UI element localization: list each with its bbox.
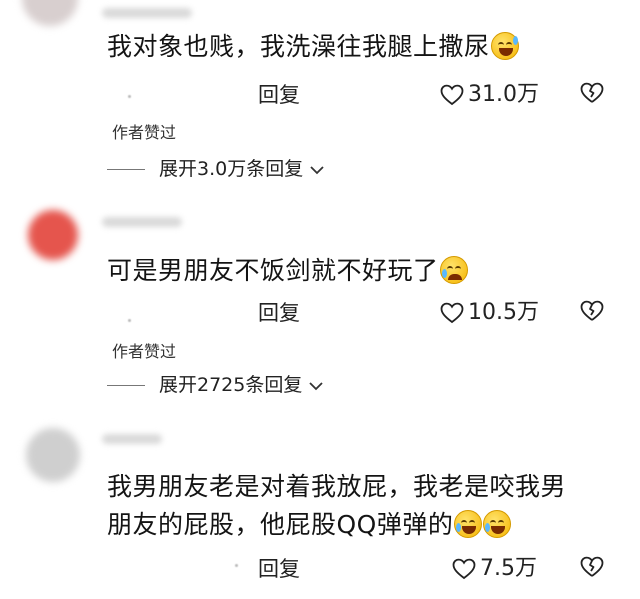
divider xyxy=(107,168,145,170)
like-button[interactable]: 7.5万 xyxy=(452,554,537,584)
laughing-tears-emoji-icon xyxy=(454,510,483,538)
like-count: 10.5万 xyxy=(468,300,539,325)
heart-icon xyxy=(452,558,476,580)
expand-replies-label: 展开2725条回复 xyxy=(159,374,303,396)
username-blurred xyxy=(102,217,182,227)
comment-text-content: 可是男朋友不饭剑就不好玩了 xyxy=(107,256,439,285)
heart-icon xyxy=(440,84,464,106)
action-row: 回复 31.0万 xyxy=(0,80,640,110)
broken-heart-icon[interactable] xyxy=(580,556,604,578)
author-liked-badge: 作者赞过 xyxy=(112,123,177,142)
username-blurred xyxy=(102,434,162,444)
avatar[interactable] xyxy=(28,210,78,260)
avatar[interactable] xyxy=(26,428,80,482)
expand-replies-button[interactable]: 展开2725条回复 xyxy=(107,371,324,399)
like-button[interactable]: 31.0万 xyxy=(440,80,539,110)
like-count: 7.5万 xyxy=(480,556,537,581)
like-count: 31.0万 xyxy=(468,82,539,107)
broken-heart-icon[interactable] xyxy=(580,82,604,104)
comment-text-line-2-wrap: 朋友的屁股，他屁股QQ弹弹的 xyxy=(107,506,607,544)
heart-icon xyxy=(440,302,464,324)
comment-text: 我对象也贱，我洗澡往我腿上撒尿 xyxy=(107,28,607,66)
divider xyxy=(107,384,145,386)
like-button[interactable]: 10.5万 xyxy=(440,298,539,328)
reply-button[interactable]: 回复 xyxy=(258,298,300,328)
expand-replies-label: 展开3.0万条回复 xyxy=(159,158,304,180)
crying-emoji-icon xyxy=(439,256,468,284)
username-blurred xyxy=(102,8,192,18)
comment-text-line-1: 我男朋友老是对着我放屁，我老是咬我男 xyxy=(107,472,567,501)
chevron-down-icon xyxy=(308,371,324,399)
grinning-sweat-emoji-icon xyxy=(490,32,519,60)
comment-1: 我对象也贱，我洗澡往我腿上撒尿 回复 31.0万 作者赞过 展开3.0万条回复 xyxy=(0,0,640,190)
action-row: 回复 10.5万 xyxy=(0,298,640,328)
expand-replies-button[interactable]: 展开3.0万条回复 xyxy=(107,155,325,183)
comment-text-content: 我对象也贱，我洗澡往我腿上撒尿 xyxy=(107,32,490,61)
author-liked-badge: 作者赞过 xyxy=(112,342,177,361)
comment-3: 我男朋友老是对着我放屁，我老是咬我男 朋友的屁股，他屁股QQ弹弹的 回复 7.5… xyxy=(0,418,640,599)
reply-button[interactable]: 回复 xyxy=(258,554,300,584)
chevron-down-icon xyxy=(309,155,325,183)
comment-2: 可是男朋友不饭剑就不好玩了 回复 10.5万 作者赞过 展开2725条回复 xyxy=(0,205,640,405)
reply-button[interactable]: 回复 xyxy=(258,80,300,110)
action-row: 回复 7.5万 xyxy=(0,554,640,584)
laughing-tears-emoji-icon xyxy=(483,510,512,538)
comment-text-line-2: 朋友的屁股，他屁股QQ弹弹的 xyxy=(107,510,454,539)
broken-heart-icon[interactable] xyxy=(580,300,604,322)
avatar[interactable] xyxy=(22,0,78,26)
comment-text: 我男朋友老是对着我放屁，我老是咬我男 朋友的屁股，他屁股QQ弹弹的 xyxy=(107,468,607,544)
comment-text: 可是男朋友不饭剑就不好玩了 xyxy=(107,252,607,290)
